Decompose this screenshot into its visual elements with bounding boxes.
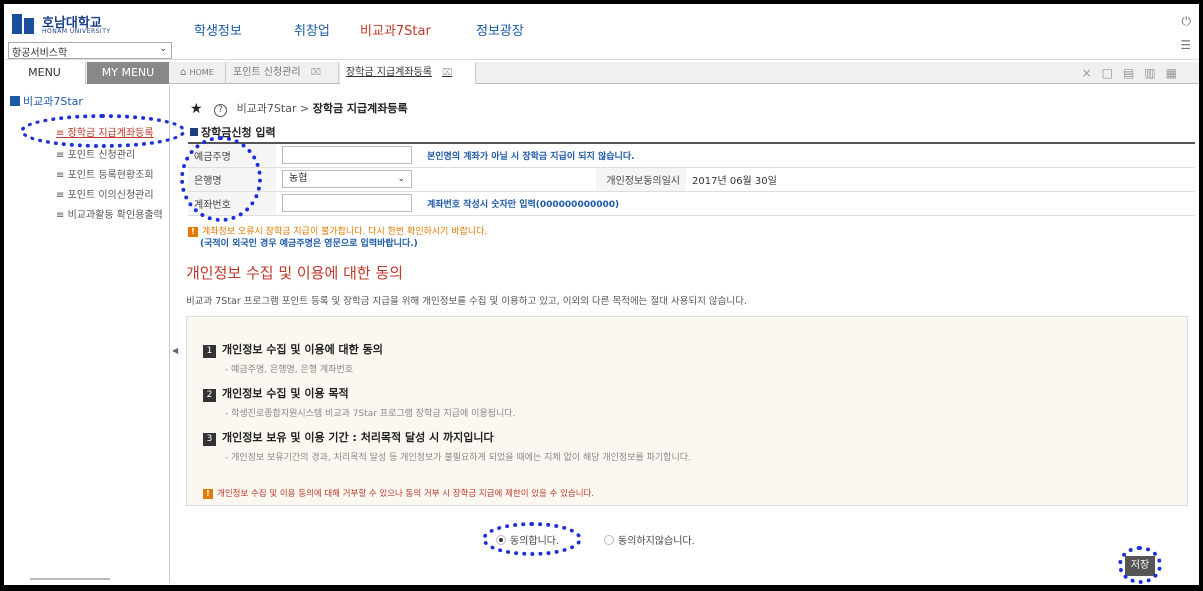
sidebar-header-label: 비교과7Star [23,95,83,108]
department-value: 항공서비스학 [12,48,68,59]
item-title: 개인정보 보유 및 이용 기간 : 처리목적 달성 시 까지입니다 [222,431,494,444]
close-all-icon[interactable]: × [1082,66,1102,80]
sidebar-item-label: 포인트 이의신청관리 [67,190,154,201]
nav-info-plaza[interactable]: 정보광장 [476,20,524,39]
consent-item-2: 2 개인정보 수집 및 이용 목적 - 학생진로종합지원시스템 비교과 7Star… [203,385,515,419]
tab-scholarship-label: 장학금 지급계좌등록 [346,67,432,78]
consent-item-3: 3 개인정보 보유 및 이용 기간 : 처리목적 달성 시 까지입니다 - 개인정… [203,429,691,463]
breadcrumb-separator: > [299,102,310,115]
breadcrumb: ★ ? 비교과7Star > 장학금 지급계좌등록 [190,100,408,117]
sidebar-header[interactable]: 비교과7Star [10,93,83,109]
window-controls: ×□▤▥▦ [1082,62,1187,84]
sidebar-item-point-status[interactable]: ≡ 포인트 등록현황조회 [56,166,154,181]
bullet-square-icon [190,128,198,136]
warning-icon: ! [203,489,213,499]
sidebar-item-label: 비교과활동 확인용출력 [67,210,163,221]
consent-description: 비교과 7Star 프로그램 포인트 등록 및 장학금 지급을 위해 개인정보를… [186,296,747,307]
annotation-agree-radio [482,522,582,556]
form-row-account: 계좌번호 계좌번호 작성시 숫자만 입력(000000000000) [188,191,1195,216]
sidebar-item-point-objection[interactable]: ≡ 포인트 이의신청관리 [56,186,154,201]
tab-home[interactable]: ⌂ HOME [174,62,226,84]
logo-eng: HONAM UNIVERSITY [42,28,111,35]
chevron-down-icon: ⌄ [397,174,405,184]
annotation-form-labels [180,136,262,222]
grid-view-icon[interactable]: ▦ [1166,66,1187,80]
sidebar-item-activity-print[interactable]: ≡ 비교과활동 확인용출력 [56,206,163,221]
item-title: 개인정보 수집 및 이용에 대한 동의 [222,343,383,356]
close-icon[interactable]: ⌧ [442,68,452,78]
sidebar-scrollbar[interactable] [30,578,110,580]
annotation-sidebar-item [20,114,186,148]
consent-box: 1 개인정보 수집 및 이용에 대한 동의 - 예금주명, 은행명, 은행 계좌번… [186,316,1188,506]
chevron-down-icon: ⌄ [159,44,167,54]
university-logo[interactable]: 호남대학교 HONAM UNIVERSITY [10,10,170,40]
item-description: - 개인정보 보유기간의 경과, 처리목적 달성 등 개인정보가 불필요하게 되… [225,453,691,463]
warning-icon: ! [188,227,198,237]
account-form: 예금주명 본인명의 계좌가 아닐 시 장학금 지급이 되지 않습니다. 은행명 … [188,142,1195,216]
item-description: - 예금주명, 은행명, 은행 계좌번호 [225,365,354,375]
split-horizontal-icon[interactable]: ▤ [1123,66,1144,80]
consent-date-label: 개인정보동의일시 [596,167,686,192]
sidebar-collapse-icon[interactable]: ◀ [172,346,178,355]
item-number: 3 [203,433,216,446]
account-input[interactable] [282,194,412,212]
sidebar-item-label: 포인트 등록현황조회 [67,170,154,181]
consent-item-1: 1 개인정보 수집 및 이용에 대한 동의 - 예금주명, 은행명, 은행 계좌번… [203,341,383,375]
sidebar: 비교과7Star ≡ 장학금 지급계좌등록 ≡ 포인트 신청관리 ≡ 포인트 등… [4,85,170,583]
nav-career[interactable]: 취창업 [294,20,330,39]
menu-icon[interactable]: ☰ [1180,38,1191,52]
item-title: 개인정보 수집 및 이용 목적 [222,387,349,400]
bank-select[interactable]: 농협 ⌄ [282,170,412,188]
radio-unchecked-icon [604,535,614,545]
tab-scholarship-account[interactable]: 장학금 지급계좌등록 ⌧ [340,62,476,84]
nav-student-info[interactable]: 학생정보 [194,20,242,39]
holder-input[interactable] [282,146,412,165]
sidebar-item-point-apply[interactable]: ≡ 포인트 신청관리 [56,146,135,161]
breadcrumb-parent: 비교과7Star [236,102,297,115]
form-row-bank: 은행명 농협 ⌄ 개인정보동의일시 2017년 06월 30일 [188,167,1195,192]
holder-note: 본인명의 계좌가 아닐 시 장학금 지급이 되지 않습니다. [427,151,635,162]
bank-select-value: 농협 [289,173,308,184]
home-icon: ⌂ [180,67,187,78]
close-icon[interactable]: ⌧ [311,68,321,78]
annotation-save-button [1118,546,1162,584]
tab-my-menu[interactable]: MY MENU [87,62,169,84]
help-icon[interactable]: ? [214,104,228,117]
consent-date-value: 2017년 06월 30일 [686,167,1195,192]
tab-point-apply-label: 포인트 신청관리 [233,67,301,78]
tab-menu[interactable]: MENU [4,62,86,84]
favorite-star-icon[interactable]: ★ [190,101,203,117]
disagree-radio[interactable]: 동의하지않습니다. [604,532,695,547]
power-icon[interactable]: ⏻ [1182,14,1192,29]
sidebar-item-label: 포인트 신청관리 [67,150,136,161]
breadcrumb-current: 장학금 지급계좌등록 [312,102,408,115]
consent-refusal-warning: ! 개인정보 수집 및 이용 동의에 대해 거부할 수 있으나 동의 거부 시 장… [203,487,594,499]
logo-icon [10,12,38,36]
consent-title: 개인정보 수집 및 이용에 대한 동의 [186,264,404,282]
nav-7star[interactable]: 비교과7Star [360,20,431,39]
split-vertical-icon[interactable]: ▥ [1144,66,1165,80]
folder-icon [10,96,20,106]
disagree-label: 동의하지않습니다. [618,536,695,547]
item-number: 1 [203,345,216,358]
consent-refusal-text: 개인정보 수집 및 이용 동의에 대해 거부할 수 있으나 동의 거부 시 장학… [217,489,595,499]
tab-home-label: HOME [189,68,214,77]
item-description: - 학생진로종합지원시스템 비교과 7Star 프로그램 장학금 지급에 이용됩… [225,409,516,419]
single-view-icon[interactable]: □ [1102,66,1123,80]
tab-bar: MENU MY MENU ⌂ HOME 포인트 신청관리 ⌧ 장학금 지급계좌등록… [4,62,1199,84]
department-select[interactable]: 항공서비스학 ⌄ [8,42,172,59]
form-row-holder: 예금주명 본인명의 계좌가 아닐 시 장학금 지급이 되지 않습니다. [188,143,1195,168]
item-number: 2 [203,389,216,402]
account-note: 계좌번호 작성시 숫자만 입력(000000000000) [427,199,620,210]
tab-point-apply[interactable]: 포인트 신청관리 ⌧ [227,62,339,84]
main-content: ★ ? 비교과7Star > 장학금 지급계좌등록 장학금신청 입력 예금주명 … [180,86,1195,582]
top-header: 호남대학교 HONAM UNIVERSITY 항공서비스학 ⌄ 학생정보 취창업… [4,4,1199,60]
foreigner-note: (국적이 외국인 경우 예금주명은 영문으로 입력바랍니다.) [200,239,418,249]
